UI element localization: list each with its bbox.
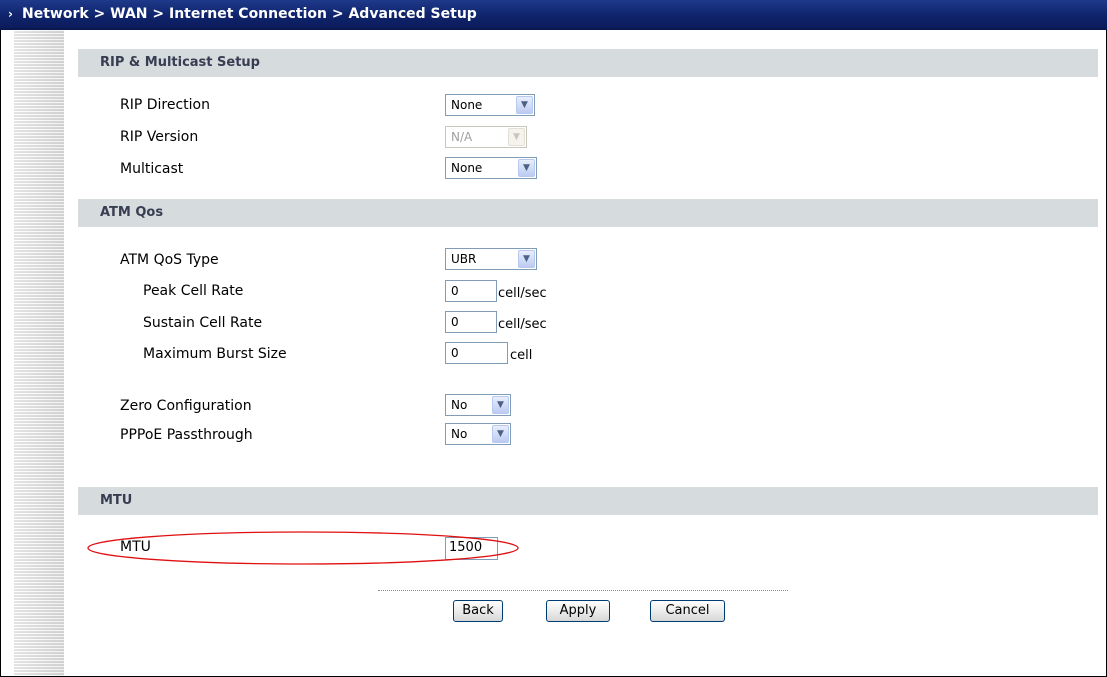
chevron-down-icon[interactable]: ▼ [516,96,533,114]
breadcrumb-arrow-icon: › [8,7,13,21]
peak-cell-rate-input[interactable]: 0 [445,280,497,302]
chevron-down-icon[interactable]: ▼ [492,396,509,414]
multicast-select[interactable]: None ▼ [445,157,537,179]
mtu-highlight-ellipse [87,531,519,565]
pppoe-passthrough-value: No [451,427,468,441]
pppoe-passthrough-select[interactable]: No ▼ [445,423,511,445]
atm-qos-type-value: UBR [451,252,477,266]
maximum-burst-size-label: Maximum Burst Size [143,346,287,362]
button-separator [378,590,788,591]
section-header-mtu: MTU [78,487,1098,515]
maximum-burst-size-input[interactable]: 0 [445,342,508,364]
cancel-button[interactable]: Cancel [650,600,725,622]
chevron-down-icon[interactable]: ▼ [518,159,535,177]
rip-direction-select[interactable]: None ▼ [445,94,535,116]
chevron-down-icon[interactable]: ▼ [492,425,509,443]
multicast-label: Multicast [120,161,184,177]
zero-configuration-select[interactable]: No ▼ [445,394,511,416]
rip-direction-label: RIP Direction [120,97,210,113]
section-header-atm: ATM Qos [78,199,1098,227]
chevron-down-icon: ▼ [508,128,525,146]
left-sidebar-shade [14,30,64,676]
maximum-burst-size-unit: cell [510,348,533,363]
peak-cell-rate-label: Peak Cell Rate [143,283,244,299]
back-button[interactable]: Back [453,600,503,622]
multicast-value: None [451,161,483,175]
sustain-cell-rate-input[interactable]: 0 [445,311,497,333]
rip-version-select: N/A ▼ [445,126,527,148]
rip-version-label: RIP Version [120,129,199,145]
apply-button[interactable]: Apply [546,600,610,622]
zero-configuration-value: No [451,398,468,412]
section-header-rip: RIP & Multicast Setup [78,49,1098,77]
chevron-down-icon[interactable]: ▼ [518,250,535,268]
rip-version-value: N/A [451,130,473,144]
peak-cell-rate-unit: cell/sec [498,286,547,301]
sustain-cell-rate-unit: cell/sec [498,317,547,332]
rip-direction-value: None [451,98,483,112]
sustain-cell-rate-label: Sustain Cell Rate [143,315,263,331]
title-bar: › Network > WAN > Internet Connection > … [0,0,1107,30]
breadcrumb: Network > WAN > Internet Connection > Ad… [22,6,477,22]
pppoe-passthrough-label: PPPoE Passthrough [120,427,253,443]
atm-qos-type-select[interactable]: UBR ▼ [445,248,537,270]
atm-qos-type-label: ATM QoS Type [120,252,219,268]
zero-configuration-label: Zero Configuration [120,398,252,414]
